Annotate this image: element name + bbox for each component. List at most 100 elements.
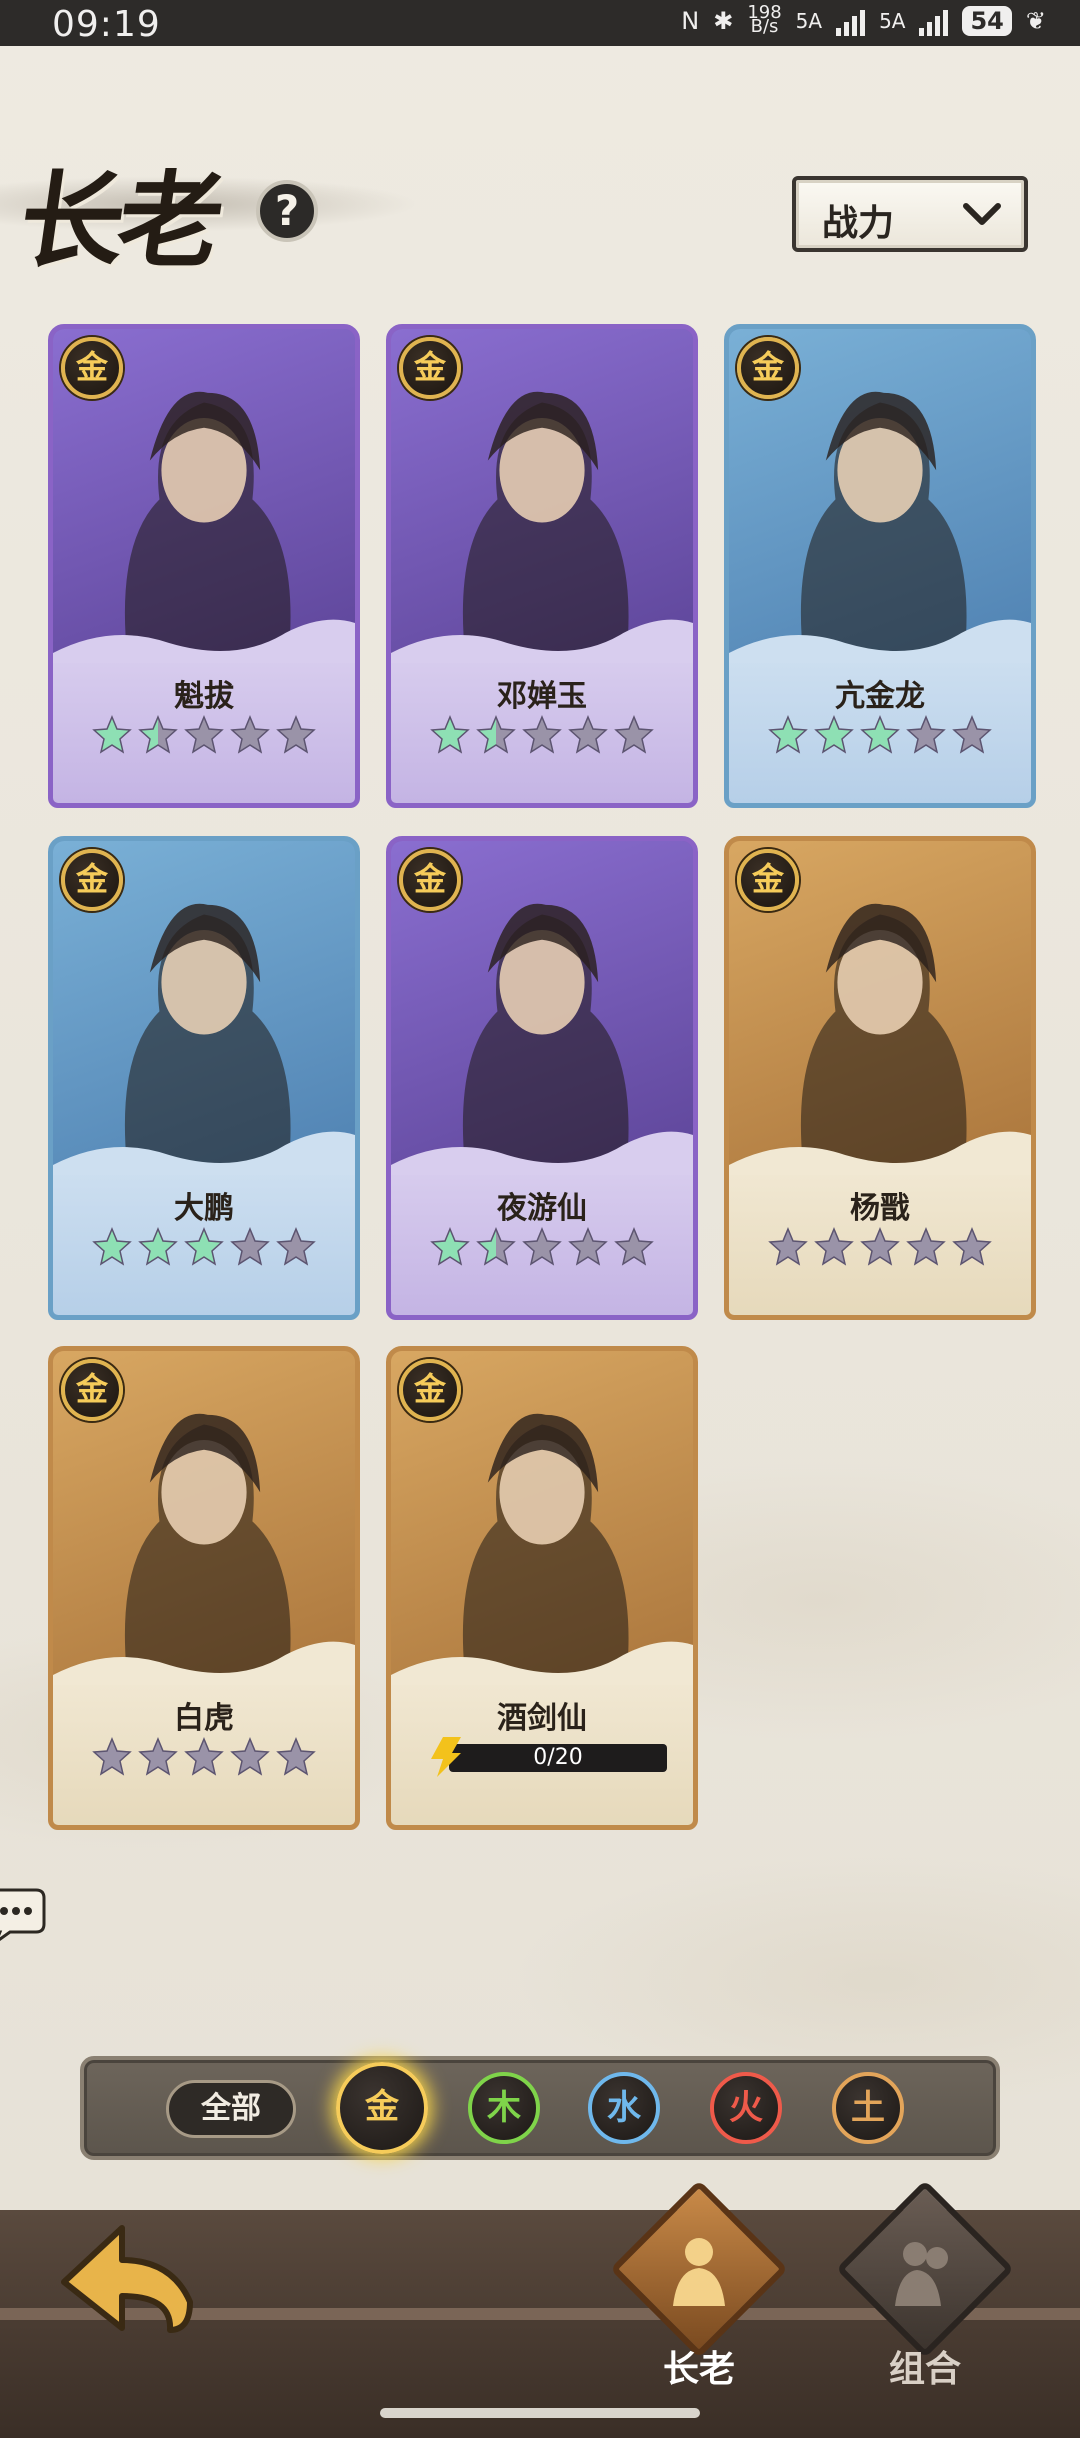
element-badge: 金 <box>737 337 799 399</box>
star-icon <box>184 1737 224 1776</box>
name-plate: 杨戬 <box>729 1131 1031 1315</box>
bluetooth-icon: ✱ <box>713 7 734 35</box>
star-icon <box>568 1227 608 1266</box>
star-rating <box>53 715 355 757</box>
character-card[interactable]: 夜游仙 金 <box>386 836 698 1320</box>
character-card[interactable]: 白虎 金 <box>48 1346 360 1830</box>
filter-element-3[interactable]: 火 <box>710 2072 782 2144</box>
name-plate: 亢金龙 <box>729 619 1031 803</box>
help-button[interactable]: ? <box>256 180 318 242</box>
star-icon <box>568 715 608 754</box>
character-name: 白虎 <box>174 1701 234 1736</box>
name-plate: 邓婵玉 <box>391 619 693 803</box>
wave-decoration <box>391 1641 693 1685</box>
sim1-label: 5A <box>795 9 823 33</box>
star-icon <box>476 1227 516 1266</box>
element-badge: 金 <box>399 337 461 399</box>
leaf-icon: ❦ <box>1025 7 1046 35</box>
wave-decoration <box>391 1131 693 1175</box>
star-icon <box>952 1227 992 1266</box>
status-icons: N ✱ 198 B/s 5A 5A 54 ❦ <box>681 4 1046 37</box>
star-icon <box>906 1227 946 1266</box>
star-icon <box>276 1227 316 1266</box>
star-icon <box>276 1737 316 1776</box>
fragment-count: 0/20 <box>449 1744 667 1772</box>
back-arrow-icon[interactable] <box>52 2212 202 2342</box>
star-icon <box>430 1227 470 1266</box>
filter-all-button[interactable]: 全部 <box>166 2080 296 2138</box>
star-icon <box>814 1227 854 1266</box>
nfc-icon: N <box>681 7 700 35</box>
battery-icon: 54 <box>962 6 1012 36</box>
star-icon <box>276 715 316 754</box>
star-rating <box>729 715 1031 757</box>
wave-decoration <box>53 1641 355 1685</box>
element-badge: 金 <box>61 849 123 911</box>
network-speed: 198 B/s <box>747 4 781 37</box>
star-icon <box>952 715 992 754</box>
wave-decoration <box>53 619 355 663</box>
element-badge: 金 <box>61 337 123 399</box>
character-name: 邓婵玉 <box>497 679 587 714</box>
name-plate: 魁拔 <box>53 619 355 803</box>
tab-elders[interactable]: 长老 <box>609 2179 789 2410</box>
wave-decoration <box>729 1131 1031 1175</box>
star-icon <box>614 715 654 754</box>
star-icon <box>860 1227 900 1266</box>
star-icon <box>230 715 270 754</box>
star-rating <box>391 1227 693 1269</box>
tab-elders-label: 长老 <box>662 2349 735 2390</box>
star-icon <box>138 1227 178 1266</box>
home-indicator[interactable] <box>380 2408 700 2418</box>
wave-decoration <box>53 1131 355 1175</box>
filter-element-2[interactable]: 水 <box>588 2072 660 2144</box>
bottom-nav: 长老 组合 <box>0 2179 1080 2438</box>
star-icon <box>430 715 470 754</box>
network-speed-unit: B/s <box>750 16 779 37</box>
character-card[interactable]: 酒剑仙 0/20 金 <box>386 1346 698 1830</box>
signal-icon <box>836 6 866 36</box>
character-card[interactable]: 邓婵玉 金 <box>386 324 698 808</box>
character-card[interactable]: 亢金龙 金 <box>724 324 1036 808</box>
element-badge: 金 <box>399 849 461 911</box>
character-name: 夜游仙 <box>497 1191 587 1226</box>
signal-icon-2 <box>919 6 949 36</box>
sort-label: 战力 <box>822 203 895 244</box>
character-name: 酒剑仙 <box>497 1701 587 1736</box>
character-card[interactable]: 魁拔 金 <box>48 324 360 808</box>
star-icon <box>92 1227 132 1266</box>
star-icon <box>768 715 808 754</box>
star-icon <box>92 715 132 754</box>
status-time: 09:19 <box>52 4 161 45</box>
character-name: 杨戬 <box>850 1191 910 1226</box>
element-filter-bar: 全部 金木水火土 <box>80 2056 1000 2160</box>
filter-element-4[interactable]: 土 <box>832 2072 904 2144</box>
name-plate: 酒剑仙 0/20 <box>391 1641 693 1825</box>
tab-combo-label: 组合 <box>888 2349 961 2390</box>
tab-combo[interactable]: 组合 <box>835 2179 1015 2410</box>
name-plate: 白虎 <box>53 1641 355 1825</box>
star-icon <box>230 1227 270 1266</box>
character-card[interactable]: 杨戬 金 <box>724 836 1036 1320</box>
page-title: 长老 <box>12 159 226 282</box>
star-icon <box>614 1227 654 1266</box>
sort-dropdown[interactable]: 战力 <box>792 176 1028 252</box>
star-icon <box>92 1737 132 1776</box>
character-name: 大鹏 <box>174 1191 234 1226</box>
star-icon <box>768 1227 808 1266</box>
combo-figure-icon <box>895 2242 948 2306</box>
name-plate: 夜游仙 <box>391 1131 693 1315</box>
status-bar: 09:19 N ✱ 198 B/s 5A 5A 54 ❦ <box>0 0 1080 46</box>
character-card[interactable]: 大鹏 金 <box>48 836 360 1320</box>
wave-decoration <box>729 619 1031 663</box>
name-plate: 大鹏 <box>53 1131 355 1315</box>
star-icon <box>138 715 178 754</box>
filter-element-1[interactable]: 木 <box>468 2072 540 2144</box>
star-icon <box>184 1227 224 1266</box>
app-screen: 09:19 N ✱ 198 B/s 5A 5A 54 ❦ 长老 ? 战力 魁拔 … <box>0 0 1080 2438</box>
star-icon <box>860 715 900 754</box>
fragment-progress: 0/20 <box>431 1737 667 1777</box>
chat-bubble-icon[interactable] <box>0 1888 46 1944</box>
chevron-down-icon <box>963 203 1001 225</box>
filter-element-0[interactable]: 金 <box>336 2062 428 2154</box>
